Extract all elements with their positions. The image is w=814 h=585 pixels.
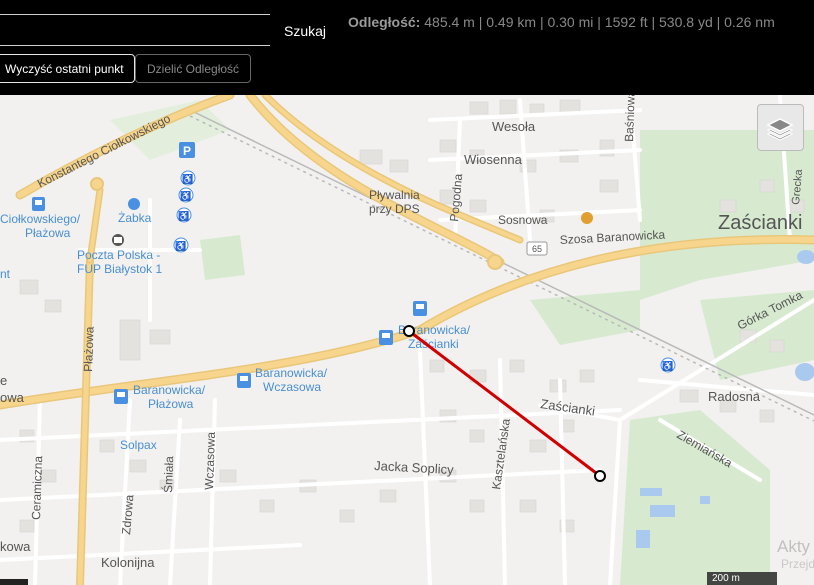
measurement-end-point[interactable]	[594, 470, 606, 482]
street-label: Śmiała	[160, 456, 176, 494]
bus-stop-label: nt	[0, 267, 11, 281]
street-label: Radosna	[708, 389, 761, 404]
bus-stop-label: Baranowicka/	[133, 383, 206, 397]
poi-label: Żabka	[118, 211, 152, 225]
layers-icon	[766, 118, 794, 141]
bus-stop-label: Płażowa	[148, 397, 194, 411]
poi-label: FUP Białystok 1	[77, 262, 162, 276]
map-canvas[interactable]: 65 P ♿ ♿ ♿ ♿ ♿ Konstantego Ciołkowskiego…	[0, 95, 814, 585]
place-label: Zaścianki	[718, 212, 802, 234]
street-label: Wczasowa	[202, 431, 218, 490]
layers-button[interactable]	[757, 104, 804, 151]
street-label: e	[0, 373, 7, 388]
bus-stop-icon	[32, 197, 45, 211]
poi-label: Solpax	[120, 438, 157, 452]
distance-label: Odległość:	[348, 14, 421, 30]
accessible-parking-icon: ♿	[178, 187, 194, 203]
street-label: Kolonijna	[101, 555, 155, 570]
shop-icon	[128, 198, 140, 210]
activation-watermark-sub: Przejd	[781, 557, 814, 571]
street-label: Płażowa	[81, 326, 97, 372]
svg-text:♿: ♿	[178, 210, 189, 221]
map-view[interactable]: 65 P ♿ ♿ ♿ ♿ ♿ Konstantego Ciołkowskiego…	[0, 95, 814, 585]
street-label: owa	[0, 390, 25, 405]
bus-stop-icon	[379, 330, 393, 345]
accessible-parking-icon: ♿	[176, 207, 192, 223]
search-input[interactable]	[0, 14, 270, 46]
scale-bar-segment	[0, 579, 28, 585]
svg-text:♿: ♿	[662, 360, 673, 371]
post-office-icon	[112, 234, 124, 246]
street-label: Ceramiczna	[29, 455, 45, 520]
search-button[interactable]: Szukaj	[280, 20, 330, 42]
measurement-start-point[interactable]	[403, 325, 415, 337]
street-label: Wiosenna	[464, 152, 523, 167]
toolbar: Szukaj Odległość: 485.4 m | 0.49 km | 0.…	[0, 0, 814, 95]
svg-text:♿: ♿	[175, 240, 186, 251]
bus-stop-icon	[237, 373, 251, 388]
swimming-pool-icon	[581, 212, 593, 224]
accessible-parking-icon: ♿	[173, 237, 189, 253]
street-label: kowa	[0, 539, 31, 554]
bus-stop-label: Płażowa	[25, 226, 71, 240]
scale-bar: 200 m	[707, 572, 777, 585]
distance-readout: Odległość: 485.4 m | 0.49 km | 0.30 mi |…	[348, 14, 775, 30]
street-label: Wesoła	[492, 119, 536, 134]
accessible-parking-icon: ♿	[180, 170, 196, 186]
poi-label: Pływalnia	[369, 188, 420, 202]
route-65-shield: 65	[526, 241, 548, 256]
bus-stop-label: Wczasowa	[263, 380, 321, 394]
street-label: Baśniowa	[622, 95, 638, 142]
poi-label: przy DPS	[369, 202, 420, 216]
svg-text:P: P	[183, 144, 191, 158]
bus-stop-icon	[114, 389, 128, 404]
distance-value: 485.4 m | 0.49 km | 0.30 mi | 1592 ft | …	[424, 14, 775, 30]
activation-watermark: Akty	[777, 537, 811, 556]
share-distance-button[interactable]: Dzielić Odległość	[135, 54, 252, 83]
clear-last-point-button[interactable]: Wyczyść ostatni punkt	[0, 54, 135, 83]
svg-text:♿: ♿	[180, 190, 191, 201]
accessible-parking-icon: ♿	[660, 357, 676, 373]
poi-label: Poczta Polska -	[77, 248, 160, 262]
route-65-label: 65	[532, 244, 542, 254]
svg-text:♿: ♿	[182, 173, 193, 184]
parking-icon: P	[179, 142, 195, 158]
bus-stop-label: Ciołkowskiego/	[0, 212, 81, 226]
bus-stop-label: Baranowicka/	[255, 366, 328, 380]
bus-stop-icon	[413, 301, 427, 316]
street-label: Sosnowa	[498, 213, 548, 227]
